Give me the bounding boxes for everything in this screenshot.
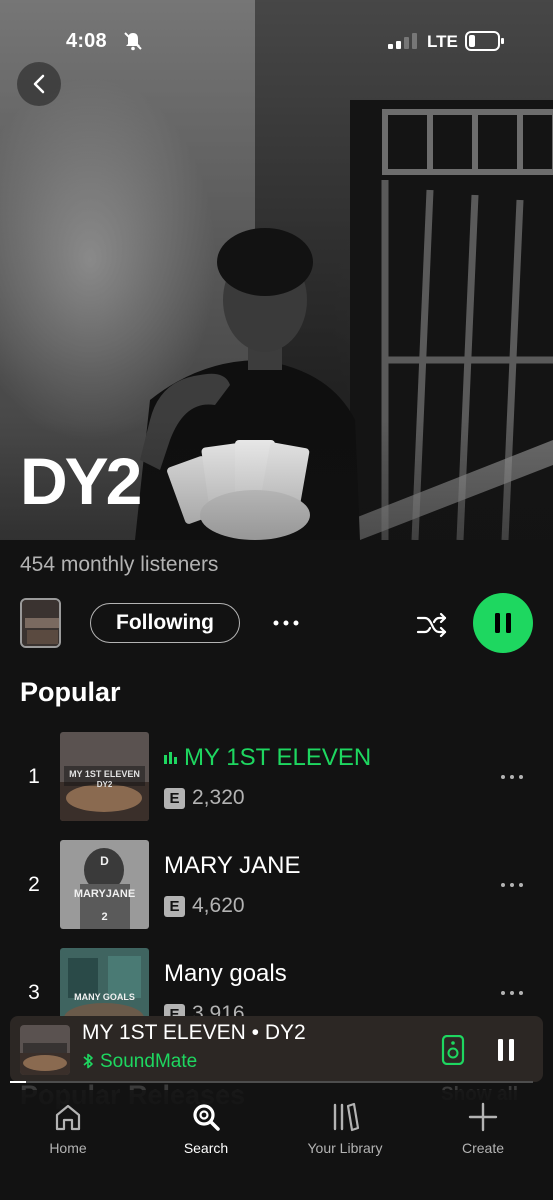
shuffle-button[interactable] <box>412 605 452 645</box>
cover-text: DY2 <box>97 780 113 789</box>
nav-home[interactable]: Home <box>8 1100 128 1156</box>
nav-search[interactable]: Search <box>146 1100 266 1156</box>
track-more-button[interactable] <box>497 983 527 1003</box>
bluetooth-icon <box>83 1053 93 1069</box>
search-icon <box>193 1104 220 1131</box>
track-row[interactable]: 1 MY 1ST ELEVEN DY2 MY 1ST ELEVEN E 2,32… <box>0 730 553 822</box>
track-plays: 4,620 <box>192 894 245 917</box>
signal-icon <box>388 33 417 49</box>
nav-label: Search <box>183 1140 229 1156</box>
artist-name: DY2 <box>20 444 142 518</box>
track-number: 2 <box>28 873 40 896</box>
library-icon <box>333 1102 360 1132</box>
cover-art: D MARYJANE 2 <box>60 840 149 929</box>
connect-device-icon[interactable] <box>440 1035 466 1065</box>
pause-icon <box>495 613 511 633</box>
status-time: 4:08 <box>66 30 107 52</box>
home-icon <box>55 1104 81 1131</box>
nav-label: Create <box>461 1140 505 1156</box>
cover-text: MARYJANE <box>74 888 135 900</box>
mini-player-progress[interactable] <box>10 1081 533 1083</box>
track-title: MARY JANE <box>164 852 301 879</box>
explicit-badge: E <box>164 896 185 917</box>
mini-player-cover <box>20 1025 70 1075</box>
mini-player[interactable]: MY 1ST ELEVEN • DY2 SoundMate <box>10 1016 543 1082</box>
monthly-listeners: 454 monthly listeners <box>20 553 219 576</box>
track-title: Many goals <box>164 960 287 987</box>
cover-art: MY 1ST ELEVEN DY2 <box>60 732 149 821</box>
nav-label: Home <box>49 1140 87 1156</box>
track-more-button[interactable] <box>497 875 527 895</box>
nav-your-library[interactable]: Your Library <box>285 1100 405 1156</box>
track-title: MY 1ST ELEVEN <box>164 744 371 772</box>
plus-icon <box>468 1102 498 1132</box>
more-horizontal-icon <box>501 991 523 995</box>
more-horizontal-icon <box>501 883 523 887</box>
more-options-button[interactable] <box>268 608 304 638</box>
track-plays: 2,320 <box>192 786 245 809</box>
status-bar: 4:08 LTE <box>0 0 553 80</box>
mini-player-title: MY 1ST ELEVEN • DY2 <box>82 1021 306 1044</box>
device-name: SoundMate <box>100 1051 198 1072</box>
cover-text: MANY GOALS <box>74 992 135 1002</box>
bottom-navigation: Home Search Your Library Create <box>0 1090 553 1200</box>
back-button[interactable] <box>17 62 61 106</box>
explicit-badge: E <box>164 788 185 809</box>
shuffle-icon <box>416 612 447 638</box>
nav-label: Your Library <box>307 1140 383 1156</box>
popular-heading: Popular <box>20 677 121 707</box>
mini-player-progress-fill <box>10 1081 26 1083</box>
nav-create[interactable]: Create <box>423 1100 543 1156</box>
track-cover: MY 1ST ELEVEN DY2 <box>60 732 149 821</box>
chevron-left-icon <box>33 74 45 94</box>
following-button[interactable]: Following <box>90 603 240 643</box>
battery-icon <box>465 31 504 51</box>
track-more-button[interactable] <box>497 767 527 787</box>
cover-text: D <box>100 854 109 868</box>
mini-player-pause-button[interactable] <box>492 1035 520 1065</box>
track-title-text: MY 1ST ELEVEN <box>184 744 372 771</box>
network-type: LTE <box>427 32 458 51</box>
cover-text: MY 1ST ELEVEN <box>69 769 140 779</box>
artist-preview-thumbnail[interactable] <box>20 598 61 648</box>
track-number: 1 <box>28 765 40 788</box>
more-horizontal-icon <box>501 775 523 779</box>
bell-muted-icon <box>124 32 142 51</box>
mini-player-device[interactable]: SoundMate <box>82 1051 197 1073</box>
now-playing-bars-icon <box>164 752 177 764</box>
pause-icon <box>498 1039 514 1061</box>
track-cover: D MARYJANE 2 <box>60 840 149 929</box>
track-row[interactable]: 2 D MARYJANE 2 MARY JANE E 4,620 <box>0 838 553 930</box>
cover-text: 2 <box>101 911 107 923</box>
cover-art <box>20 1025 70 1075</box>
play-pause-button[interactable] <box>473 593 533 653</box>
more-horizontal-icon <box>273 620 299 626</box>
track-number: 3 <box>28 981 40 1004</box>
thumbnail-art <box>22 600 59 646</box>
